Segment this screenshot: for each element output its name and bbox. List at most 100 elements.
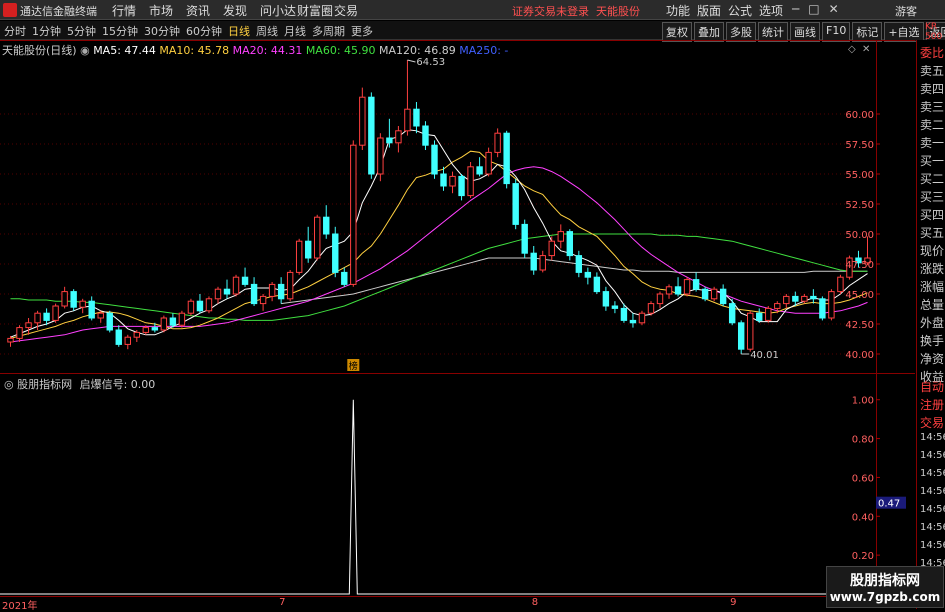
side-label-12: 涨跌 — [920, 262, 945, 276]
main-kline-chart[interactable]: 60.00 57.50 55.00 52.50 50.00 47.50 45.00 42.50… — [0, 40, 915, 374]
period-tab-1[interactable]: 1分钟 — [32, 23, 61, 39]
candle — [341, 267, 348, 287]
candle — [61, 286, 68, 309]
top-menu: 行情 市场 资讯 发现 问小达 财富圈 交易 — [112, 2, 371, 19]
tool-button-3[interactable]: 统计 — [758, 22, 788, 42]
tool-button-6[interactable]: 标记 — [852, 22, 883, 42]
candle — [665, 284, 673, 299]
right-menu-item-1[interactable]: 版面 — [697, 2, 721, 19]
login-notice[interactable]: 证券交易未登录 天能股份 — [512, 3, 640, 19]
side-label-0: 委比 — [920, 46, 945, 60]
menu-item-0[interactable]: 行情 — [112, 2, 149, 19]
tool-button-4[interactable]: 画线 — [790, 22, 820, 42]
side-label-4: 卖二 — [920, 118, 945, 132]
menu-item-1[interactable]: 市场 — [149, 2, 186, 19]
candle — [205, 296, 213, 314]
period-tab-2[interactable]: 5分钟 — [67, 23, 96, 39]
candle — [810, 289, 817, 304]
tool-button-2[interactable]: 多股 — [726, 22, 756, 42]
quote-side-panel: 委比 卖五 卖四 卖三 卖二 卖一 买一 买二 买三 买四 买五 现价 涨跌 涨幅 总量 外盘 换手 净资 收益 自动… — [916, 40, 945, 609]
diamond-icon[interactable]: ◇ — [848, 44, 856, 55]
side-label-1: 卖五 — [920, 64, 945, 78]
menu-item-5[interactable]: 财富圈 — [297, 2, 334, 19]
candle — [701, 286, 709, 302]
candle — [70, 289, 77, 311]
period-tab-10[interactable]: 更多 — [351, 23, 373, 39]
x-label-3: 9 — [730, 597, 737, 608]
side-label-25: 14:56 — [920, 486, 945, 497]
candle — [377, 133, 384, 182]
right-menu-item-0[interactable]: 功能 — [666, 2, 690, 19]
side-label-28: 14:56 — [920, 540, 945, 551]
period-tab-8[interactable]: 月线 — [284, 23, 306, 39]
menu-item-3[interactable]: 发现 — [223, 2, 260, 19]
close-icon[interactable]: ✕ — [829, 2, 839, 16]
side-label-7: 买二 — [920, 172, 945, 186]
menu-item-4[interactable]: 问小达 — [260, 2, 297, 19]
chart-settings-icons[interactable]: ◇ ✕ — [848, 44, 870, 55]
ma-label-1: MA10: 45.78 — [159, 44, 233, 57]
y-tick-label: 57.50 — [845, 140, 874, 151]
side-label-14: 总量 — [920, 298, 945, 312]
ma60-line — [10, 233, 868, 321]
candle — [783, 294, 790, 309]
menu-item-2[interactable]: 资讯 — [186, 2, 223, 19]
side-label-23: 14:56 — [920, 450, 945, 461]
candle — [88, 296, 95, 321]
period-tab-9[interactable]: 多周期 — [312, 23, 345, 39]
candle — [629, 313, 637, 328]
y-tick-label: 42.50 — [845, 320, 874, 331]
stock-title[interactable]: 天能股份(日线) — [2, 44, 77, 57]
tool-button-5[interactable]: F10 — [822, 22, 851, 42]
period-tab-4[interactable]: 30分钟 — [144, 23, 180, 39]
side-label-20[interactable]: 注册 — [920, 396, 944, 413]
candle — [268, 282, 276, 302]
candle — [368, 92, 375, 179]
tool-button-1[interactable]: 叠加 — [694, 22, 724, 42]
candle — [314, 214, 321, 261]
period-tab-5[interactable]: 60分钟 — [186, 23, 222, 39]
y-tick-label: 60.00 — [845, 110, 874, 121]
candle — [737, 320, 745, 354]
x-label-2: 8 — [531, 597, 539, 608]
candle — [747, 310, 754, 352]
watermark-badge: 股朋指标网 www.7gpzb.com — [826, 566, 944, 608]
period-tab-6[interactable]: 日线 — [228, 23, 250, 39]
guest-label[interactable]: 游客 — [895, 3, 917, 19]
app-name: 通达信金融终端 — [20, 5, 97, 18]
minimize-icon[interactable]: ─ — [792, 2, 799, 16]
y-tick-label: 52.50 — [845, 200, 874, 211]
maximize-icon[interactable]: □ — [808, 2, 819, 16]
candle — [602, 286, 610, 311]
ma-label-2: MA20: 44.31 — [232, 44, 306, 57]
period-tab-0[interactable]: 分时 — [4, 23, 26, 39]
side-label-3: 卖三 — [920, 100, 945, 114]
right-menu-item-2[interactable]: 公式 — [728, 2, 752, 19]
sub-indicator-chart[interactable]: 1.00 0.80 0.60 0.40 0.20 0.47 — [0, 374, 915, 596]
menu-item-6[interactable]: 交易 — [334, 2, 371, 19]
candle — [323, 205, 330, 239]
candle — [828, 289, 835, 321]
candle — [485, 147, 492, 177]
tool-button-0[interactable]: 复权 — [662, 22, 692, 42]
sub-y-tick-label: 0.60 — [852, 473, 874, 484]
chart-close-icon[interactable]: ✕ — [862, 44, 870, 55]
period-tab-7[interactable]: 周线 — [256, 23, 278, 39]
right-menu-item-3[interactable]: 选项 — [759, 2, 783, 19]
candle — [647, 301, 655, 316]
sub-settings-icon[interactable]: ◎ — [4, 378, 14, 391]
sub-y-tick-label: 0.40 — [852, 512, 874, 523]
candle — [178, 310, 186, 328]
side-label-10: 买五 — [920, 226, 945, 240]
sub-signal-value: 启爆信号: 0.00 — [79, 378, 156, 391]
period-tab-3[interactable]: 15分钟 — [102, 23, 138, 39]
candle — [548, 236, 555, 261]
indicator-settings-icon[interactable]: ◉ — [77, 44, 94, 57]
candle — [530, 246, 537, 275]
sub-indicator-name[interactable]: 股朋指标网 — [17, 378, 72, 391]
candle — [395, 126, 402, 153]
candle — [232, 274, 240, 297]
tool-button-7[interactable]: +自选 — [884, 22, 924, 42]
ma-label-5: MA250: - — [459, 44, 509, 57]
signal-line — [0, 399, 876, 595]
